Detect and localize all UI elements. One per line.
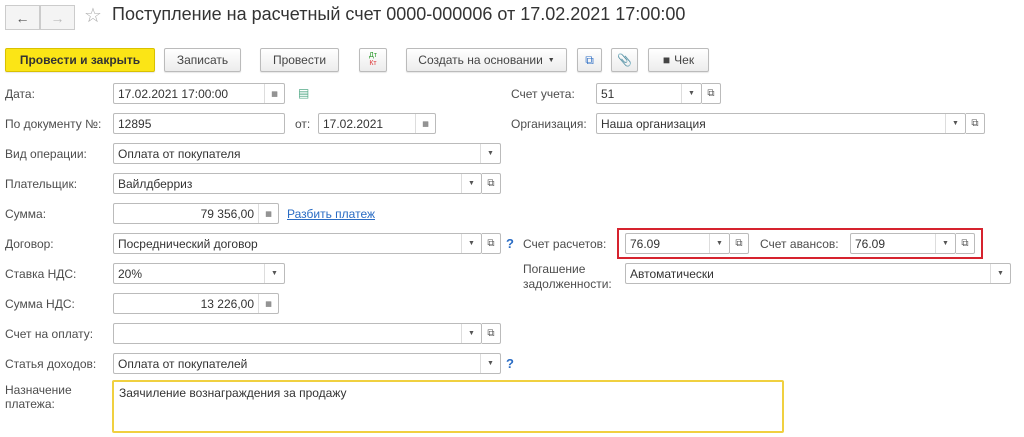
split-payment-link[interactable]: Разбить платеж	[287, 207, 375, 221]
repayment-field[interactable]: Автоматически ▼	[625, 263, 1011, 284]
settlement-account-value: 76.09	[630, 236, 661, 251]
open-icon[interactable]: ⧉	[482, 173, 501, 194]
receipt-button[interactable]: ■ Чек	[648, 48, 709, 72]
cash-register-icon: ■	[662, 53, 671, 67]
income-item-label: Статья доходов:	[5, 357, 97, 371]
invoice-label: Счет на оплату:	[5, 327, 94, 341]
account-field[interactable]: 51 ▼	[596, 83, 702, 104]
forward-button[interactable]: →	[40, 5, 75, 30]
operation-type-field[interactable]: Оплата от покупателя ▼	[113, 143, 501, 164]
purpose-textarea[interactable]: Заячиление вознаграждения за продажу	[112, 380, 784, 433]
doc-number-value: 12895	[118, 116, 152, 131]
dt-label: Дт	[369, 52, 377, 59]
vat-sum-value: 13 226,00	[200, 296, 254, 311]
doc-date-field[interactable]: 17.02.2021 ▦	[318, 113, 436, 134]
chevron-down-icon[interactable]: ▼	[264, 264, 284, 283]
save-button[interactable]: Записать	[164, 48, 241, 72]
structure-icon[interactable]: ⧉	[577, 48, 602, 72]
settlement-account-label: Счет расчетов:	[523, 237, 607, 251]
sum-field[interactable]: 79 356,00 ▦	[113, 203, 279, 224]
open-icon[interactable]: ⧉	[730, 233, 749, 254]
chevron-down-icon[interactable]: ▼	[935, 234, 955, 253]
account-label: Счет учета:	[511, 87, 575, 101]
income-item-value: Оплата от покупателей	[118, 356, 248, 371]
organization-label: Организация:	[511, 117, 587, 131]
open-icon[interactable]: ⧉	[956, 233, 975, 254]
operation-type-label: Вид операции:	[5, 147, 87, 161]
chevron-down-icon[interactable]: ▼	[681, 84, 701, 103]
income-item-field[interactable]: Оплата от покупателей ▼	[113, 353, 501, 374]
help-icon[interactable]: ?	[506, 356, 514, 371]
sum-label: Сумма:	[5, 207, 47, 221]
dt-kt-button[interactable]: Дт Кт	[359, 48, 387, 72]
kt-label: Кт	[369, 60, 377, 67]
advance-account-field[interactable]: 76.09 ▼	[850, 233, 956, 254]
organization-value: Наша организация	[601, 116, 706, 131]
contract-label: Договор:	[5, 237, 54, 251]
open-icon[interactable]: ⧉	[482, 323, 501, 344]
post-button[interactable]: Провести	[260, 48, 339, 72]
chevron-down-icon[interactable]: ▼	[990, 264, 1010, 283]
calculator-icon[interactable]: ▦	[258, 204, 278, 223]
payer-label: Плательщик:	[5, 177, 78, 191]
date-label: Дата:	[5, 87, 35, 101]
settlement-account-field[interactable]: 76.09 ▼	[625, 233, 730, 254]
vat-sum-label: Сумма НДС:	[5, 297, 75, 311]
calculator-icon[interactable]: ▦	[258, 294, 278, 313]
vat-rate-value: 20%	[118, 266, 143, 281]
organization-field[interactable]: Наша организация ▼	[596, 113, 966, 134]
calendar-icon[interactable]: ▦	[415, 114, 435, 133]
vat-rate-label: Ставка НДС:	[5, 267, 77, 281]
open-icon[interactable]: ⧉	[482, 233, 501, 254]
chevron-down-icon[interactable]: ▼	[461, 324, 481, 343]
chevron-down-icon[interactable]: ▼	[480, 144, 500, 163]
calendar-icon[interactable]: ▦	[264, 84, 284, 103]
purpose-label-line1: Назначение	[5, 383, 72, 397]
help-icon[interactable]: ?	[506, 236, 514, 251]
repayment-label-line1: Погашение	[523, 262, 586, 276]
open-icon[interactable]: ⧉	[966, 113, 985, 134]
sum-value: 79 356,00	[200, 206, 254, 221]
chevron-down-icon: ▼	[547, 56, 555, 64]
open-icon[interactable]: ⧉	[702, 83, 721, 104]
advance-account-label: Счет авансов:	[760, 237, 839, 251]
vat-rate-field[interactable]: 20% ▼	[113, 263, 285, 284]
account-value: 51	[601, 86, 615, 101]
invoice-field[interactable]: ▼	[113, 323, 482, 344]
from-label: от:	[295, 117, 311, 131]
chevron-down-icon[interactable]: ▼	[461, 234, 481, 253]
doc-date-value: 17.02.2021	[323, 116, 384, 131]
date-field[interactable]: 17.02.2021 17:00:00 ▦	[113, 83, 285, 104]
page-title: Поступление на расчетный счет 0000-00000…	[112, 4, 686, 24]
payer-value: Вайлдберриз	[118, 176, 193, 191]
forward-arrow-icon: →	[50, 9, 65, 26]
contract-field[interactable]: Посреднический договор ▼	[113, 233, 482, 254]
back-button[interactable]: ←	[5, 5, 40, 30]
doc-number-field[interactable]: 12895	[113, 113, 285, 134]
create-based-on-label: Создать на основании	[418, 53, 543, 67]
chevron-down-icon[interactable]: ▼	[480, 354, 500, 373]
receipt-label: Чек	[674, 53, 695, 67]
contract-value: Посреднический договор	[118, 236, 258, 251]
advance-account-value: 76.09	[855, 236, 886, 251]
purpose-label: Назначение платежа:	[5, 383, 72, 411]
document-check-icon[interactable]: ▤	[298, 86, 309, 100]
chevron-down-icon[interactable]: ▼	[709, 234, 729, 253]
purpose-label-line2: платежа:	[5, 397, 55, 411]
create-based-on-button[interactable]: Создать на основании ▼	[406, 48, 567, 72]
repayment-label: Погашение задолженности:	[523, 262, 612, 292]
chevron-down-icon[interactable]: ▼	[945, 114, 965, 133]
repayment-value: Автоматически	[630, 266, 714, 281]
back-arrow-icon: ←	[15, 9, 30, 26]
repayment-label-line2: задолженности:	[523, 277, 612, 291]
vat-sum-field[interactable]: 13 226,00 ▦	[113, 293, 279, 314]
operation-type-value: Оплата от покупателя	[118, 146, 241, 161]
post-and-close-button[interactable]: Провести и закрыть	[5, 48, 155, 72]
doc-number-label: По документу №:	[5, 117, 102, 131]
payer-field[interactable]: Вайлдберриз ▼	[113, 173, 482, 194]
date-value: 17.02.2021 17:00:00	[118, 86, 229, 101]
star-icon[interactable]: ☆	[84, 3, 102, 28]
chevron-down-icon[interactable]: ▼	[461, 174, 481, 193]
paperclip-icon[interactable]: 📎	[611, 48, 638, 72]
